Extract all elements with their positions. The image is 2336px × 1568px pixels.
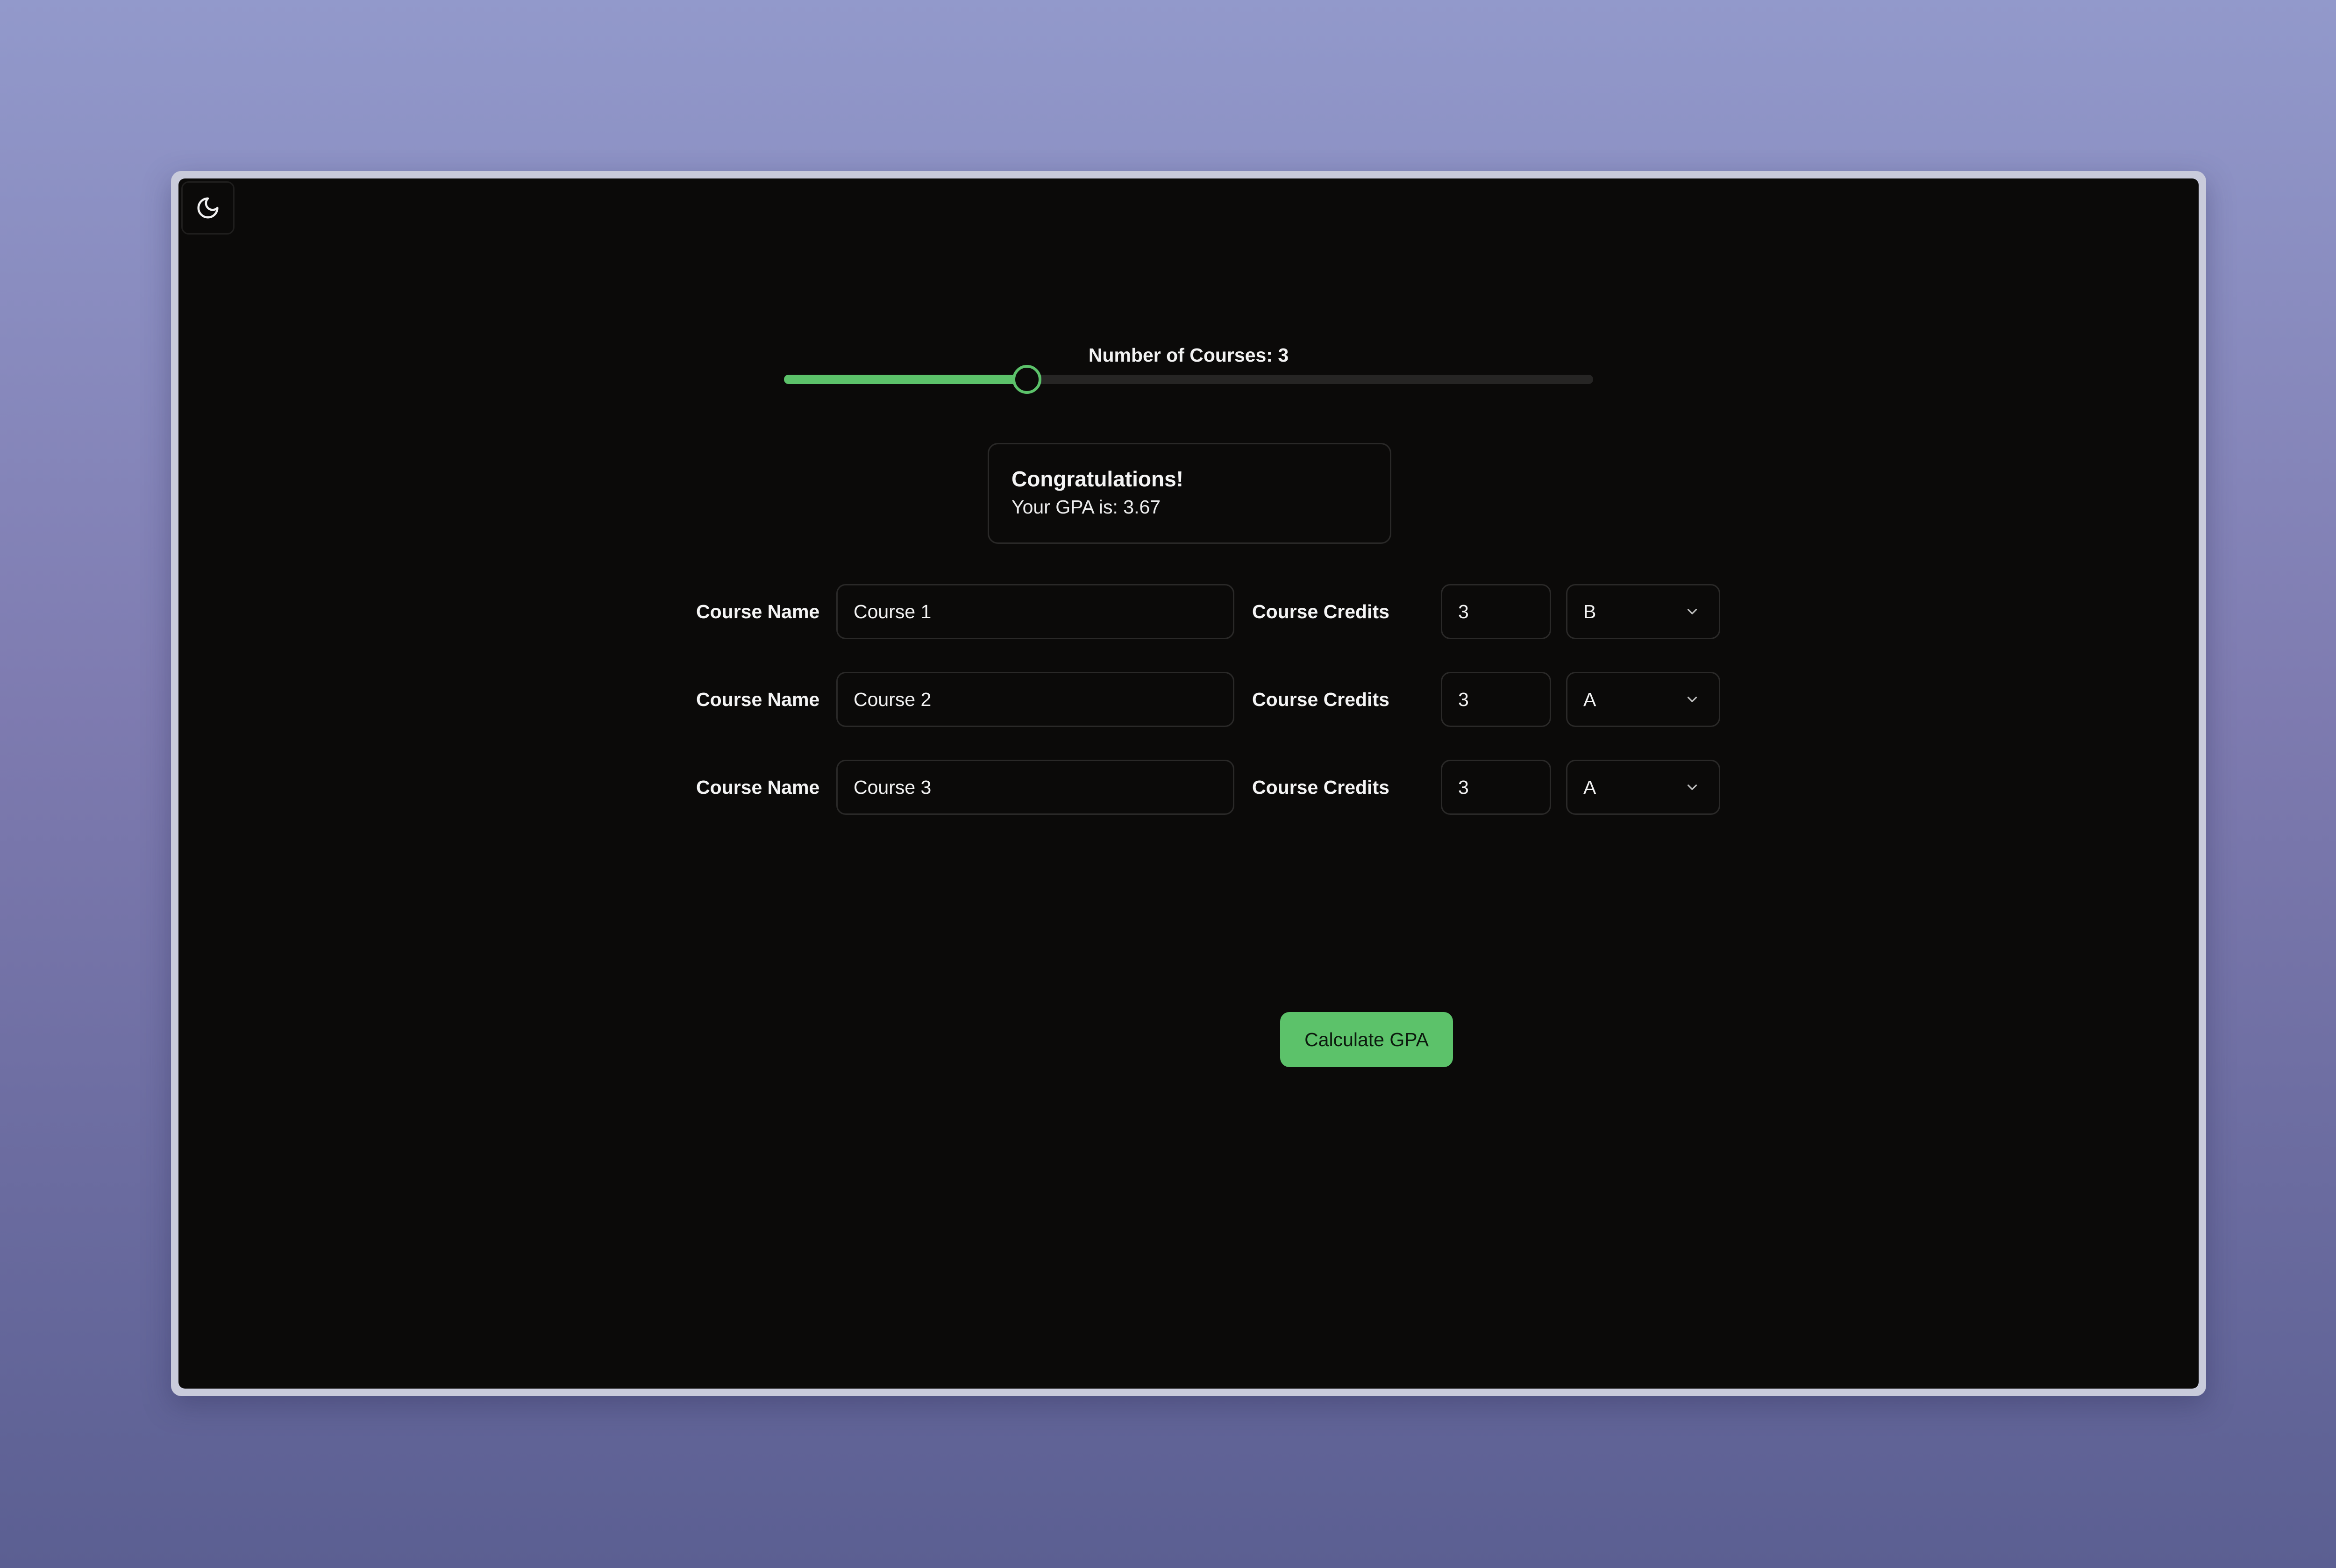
course-credits-input[interactable] <box>1441 584 1551 639</box>
course-name-input[interactable] <box>836 584 1234 639</box>
course-credits-label: Course Credits <box>1252 777 1389 798</box>
calculate-gpa-button[interactable]: Calculate GPA <box>1280 1012 1453 1067</box>
moon-icon <box>197 197 219 219</box>
course-credits-label: Course Credits <box>1252 689 1389 710</box>
course-name-label: Course Name <box>696 777 820 798</box>
course-name-input[interactable] <box>836 672 1234 727</box>
grade-select[interactable]: A <box>1566 760 1720 815</box>
grade-select-value: A <box>1583 689 1596 710</box>
gpa-result-text: Your GPA is: 3.67 <box>1011 496 1161 518</box>
course-row: Course Name Course Credits A <box>696 672 1720 727</box>
chevron-down-icon <box>1687 609 1697 614</box>
course-count-slider-block: Number of Courses: 3 <box>784 341 1593 394</box>
slider-thumb[interactable] <box>1012 365 1041 394</box>
grade-select-value: A <box>1583 777 1596 798</box>
course-name-input[interactable] <box>836 760 1234 815</box>
course-row: Course Name Course Credits B <box>696 584 1720 639</box>
grade-select-value: B <box>1583 601 1596 622</box>
course-count-slider[interactable] <box>784 365 1593 394</box>
course-credits-input[interactable] <box>1441 672 1551 727</box>
chevron-down-icon <box>1687 784 1697 790</box>
grade-select[interactable]: A <box>1566 672 1720 727</box>
result-title: Congratulations! <box>1011 467 1183 491</box>
grade-select[interactable]: B <box>1566 584 1720 639</box>
course-credits-input[interactable] <box>1441 760 1551 815</box>
course-credits-label: Course Credits <box>1252 601 1389 622</box>
gpa-result-card: Congratulations! Your GPA is: 3.67 <box>988 443 1391 544</box>
course-row: Course Name Course Credits A <box>696 760 1720 815</box>
course-count-label: Number of Courses: 3 <box>1088 344 1289 366</box>
slider-fill <box>784 375 1027 384</box>
chevron-down-icon <box>1687 697 1697 702</box>
app-screen: Number of Courses: 3 Congratulations! Yo… <box>178 178 2199 1389</box>
app-window: Number of Courses: 3 Congratulations! Yo… <box>171 171 2206 1396</box>
course-name-label: Course Name <box>696 601 820 622</box>
course-name-label: Course Name <box>696 689 820 710</box>
theme-toggle-button[interactable] <box>181 181 235 235</box>
